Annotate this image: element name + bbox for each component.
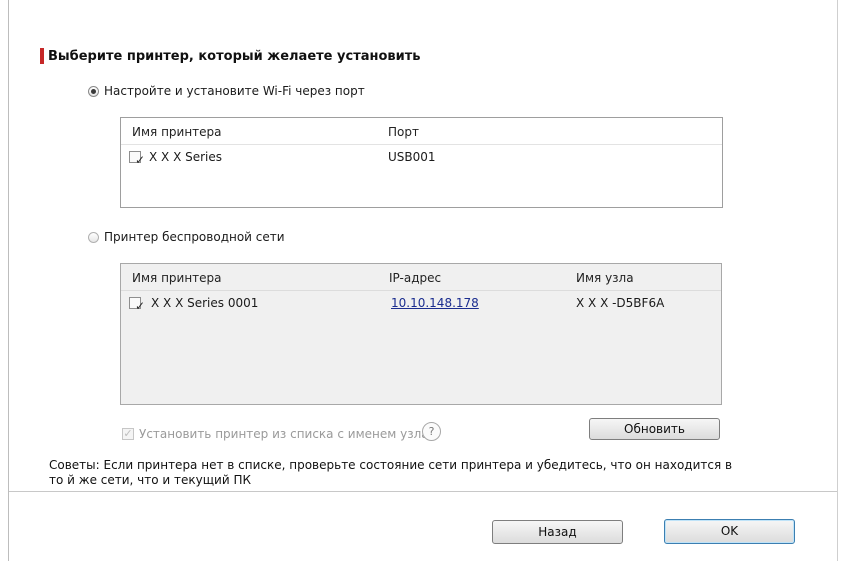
table-row[interactable]: ✓ X X X Series USB001: [121, 147, 722, 169]
radio-unchecked-icon[interactable]: [88, 231, 99, 243]
back-button[interactable]: Назад: [492, 520, 623, 544]
port-cell: USB001: [388, 150, 436, 164]
printer-select-checkbox[interactable]: ✓: [129, 297, 145, 312]
heading-marker: [40, 48, 44, 64]
ok-button[interactable]: OK: [664, 519, 795, 544]
refresh-button[interactable]: Обновить: [589, 418, 720, 440]
page-title-text: Выберите принтер, который желаете устано…: [48, 48, 421, 64]
window-left-border: [8, 0, 9, 561]
column-header-host-name: Имя узла: [576, 271, 634, 285]
column-header-port: Порт: [388, 125, 419, 139]
checkmark-icon: ✓: [135, 299, 146, 313]
hostname-install-option: ✓ Установить принтер из списка с именем …: [122, 424, 429, 444]
checkmark-icon: ✓: [123, 427, 133, 440]
hostname-install-label: Установить принтер из списка с именем уз…: [139, 427, 429, 441]
wireless-list-header: Имя принтера IP-адрес Имя узла: [121, 264, 721, 291]
usb-printer-list[interactable]: Имя принтера Порт ✓ X X X Series USB001: [120, 117, 723, 208]
usb-list-header: Имя принтера Порт: [121, 118, 722, 145]
wireless-printer-radio-label: Принтер беспроводной сети: [104, 230, 285, 244]
window-right-border: [837, 0, 838, 561]
wifi-port-radio[interactable]: Настройте и установите Wi-Fi через порт: [88, 84, 365, 98]
printer-select-checkbox[interactable]: ✓: [129, 151, 145, 166]
hostname-install-checkbox: ✓: [122, 428, 134, 440]
tips-text: Советы: Если принтера нет в списке, пров…: [49, 458, 733, 487]
ip-address-link[interactable]: 10.10.148.178: [391, 296, 479, 310]
column-header-ip-address: IP-адрес: [389, 271, 442, 285]
page-title: Выберите принтер, который желаете устано…: [40, 46, 421, 66]
wifi-port-radio-label: Настройте и установите Wi-Fi через порт: [104, 84, 365, 98]
checkmark-icon: ✓: [135, 153, 146, 167]
column-header-printer-name: Имя принтера: [132, 271, 222, 285]
printer-name-cell: X X X Series 0001: [151, 296, 259, 310]
table-row[interactable]: ✓ X X X Series 0001 10.10.148.178 X X X …: [121, 293, 721, 315]
radio-checked-icon[interactable]: [88, 85, 99, 97]
wireless-printer-radio[interactable]: Принтер беспроводной сети: [88, 230, 285, 244]
printer-name-cell: X X X Series: [149, 150, 223, 164]
column-header-printer-name: Имя принтера: [132, 125, 222, 139]
host-name-cell: X X X -D5BF6A: [576, 296, 665, 310]
wireless-printer-list[interactable]: Имя принтера IP-адрес Имя узла ✓ X X X S…: [120, 263, 722, 405]
question-mark-icon[interactable]: ?: [422, 422, 441, 441]
footer-divider: [9, 491, 837, 492]
